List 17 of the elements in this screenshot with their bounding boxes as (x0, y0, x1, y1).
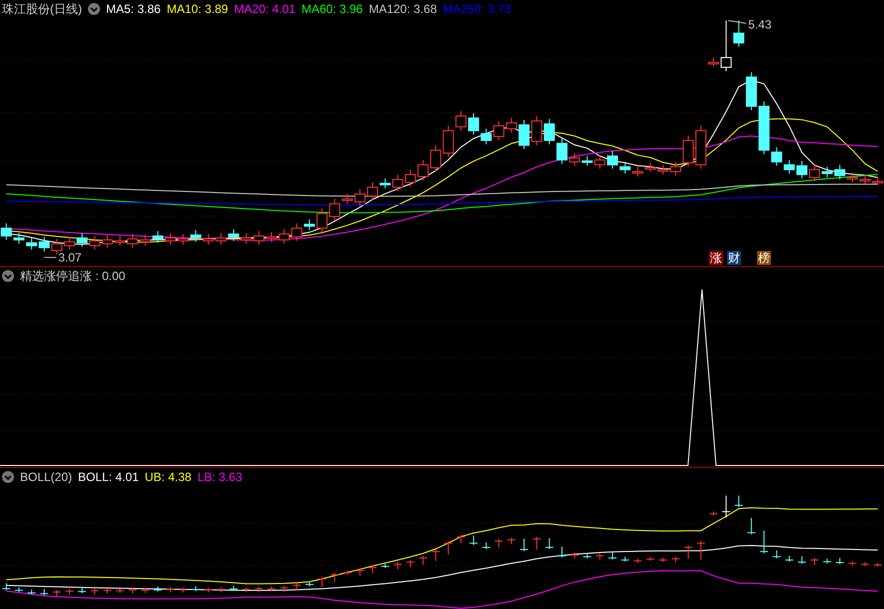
moving-average-reading: MA5: 3.86 (106, 2, 161, 16)
moving-average-reading: MA60: 3.96 (301, 2, 363, 16)
tag-badge[interactable]: 榜 (757, 251, 771, 265)
tag-badge[interactable]: 涨 (709, 251, 723, 265)
moving-average-reading: MA10: 3.89 (166, 2, 228, 16)
moving-average-reading: MA250: 3.73 (442, 2, 511, 16)
low-price-label: 3.07 (58, 250, 82, 264)
tag-badge[interactable]: 财 (727, 251, 741, 265)
high-price-label: 5.43 (748, 18, 772, 32)
bollinger-reading: LB: 3.63 (197, 470, 242, 484)
indicator-title: BOLL(20) (20, 470, 72, 484)
bollinger-reading: UB: 4.38 (144, 470, 192, 484)
bollinger-reading: BOLL: 4.01 (78, 470, 139, 484)
stock-title: 珠江股份(日线) (2, 0, 82, 18)
indicator-title: 精选涨停追涨 : 0.00 (20, 268, 126, 284)
moving-average-reading: MA20: 4.01 (234, 2, 296, 16)
moving-average-reading: MA120: 3.68 (368, 2, 437, 16)
